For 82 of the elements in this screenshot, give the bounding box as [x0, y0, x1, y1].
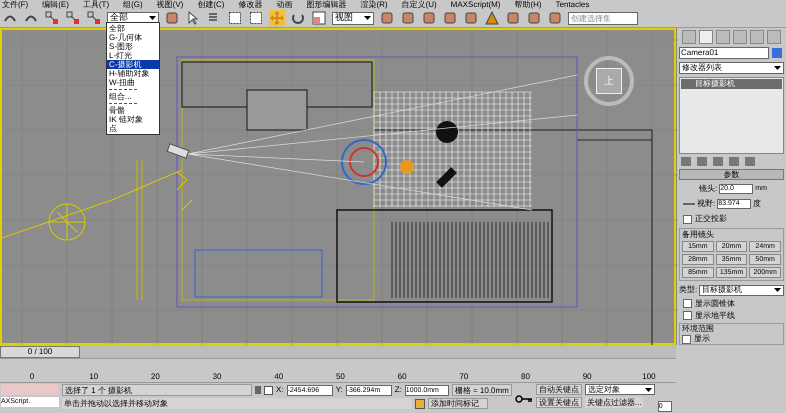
caret-icon [364, 16, 371, 20]
ruler-label: 70 [458, 372, 470, 382]
scale-icon[interactable] [311, 10, 327, 26]
stack-item[interactable]: 目标摄影机 [681, 79, 782, 89]
camera-type-dropdown[interactable]: 目标摄影机 [699, 284, 784, 296]
menu-item[interactable]: 帮助(H) [514, 0, 542, 9]
key-filters-button[interactable]: 关键点过滤器... [584, 397, 644, 408]
ruler-label: 50 [334, 372, 346, 382]
dropdown-option[interactable]: G-几何体 [107, 33, 159, 42]
menu-item[interactable]: 工具(T) [82, 0, 110, 9]
dropdown-option[interactable]: IK 链对象 [107, 115, 159, 124]
menu-item[interactable]: 渲染(R) [360, 0, 388, 9]
dropdown-option[interactable]: L-灯光 [107, 51, 159, 60]
dropdown-option[interactable]: W-扭曲 [107, 78, 159, 87]
key-set-dropdown[interactable]: 选定对象 [584, 384, 655, 395]
named-selection-field[interactable]: 创建选择集 [568, 12, 638, 24]
coord-label: X: [276, 384, 284, 396]
dropdown-option[interactable]: S-图形 [107, 42, 159, 51]
menu-item[interactable]: 动画 [276, 0, 292, 9]
grid-size-text: 栅格 = 10.0mm [452, 384, 512, 396]
dropdown-option[interactable]: H-辅助对象 [107, 69, 159, 78]
window-icon[interactable] [248, 10, 264, 26]
checkbox[interactable] [682, 334, 691, 344]
menu-item[interactable]: 创建(C) [197, 0, 224, 9]
field-label: 视野: [697, 198, 716, 210]
bind-icon[interactable] [86, 10, 102, 26]
key-icon[interactable] [514, 394, 533, 402]
status-text: 选择了 1 个 摄影机 [62, 384, 252, 396]
caret-icon [644, 388, 652, 392]
checkbox[interactable] [683, 311, 692, 320]
ruler-label: 60 [396, 372, 408, 382]
dropdown-option[interactable]: 组合... [107, 92, 159, 101]
checkbox-label: 显示 [694, 334, 710, 344]
unlink-icon[interactable] [65, 10, 81, 26]
ruler-label: 20 [150, 372, 161, 382]
unit-label: 度 [753, 198, 762, 210]
ruler-label: 90 [582, 372, 593, 382]
time-slider-thumb[interactable]: 0 / 100 [0, 346, 80, 358]
menu-item[interactable]: 视图(V) [156, 0, 184, 9]
link-icon[interactable] [44, 10, 60, 26]
auto-key-button[interactable]: 自动关键点 [536, 384, 582, 395]
checkbox-label: 显示圆锥体 [695, 299, 735, 308]
menu-item[interactable]: 修改器 [238, 0, 262, 9]
group-title: 备用镜头 [682, 229, 715, 241]
menu-item[interactable]: 图形编辑器 [306, 0, 346, 9]
prompt-text: 单击并拖动以选择并移动对象 [62, 398, 412, 409]
menu-item[interactable]: 组(G) [123, 0, 143, 9]
modifier-list-dropdown[interactable]: 修改器列表 [679, 62, 784, 74]
dropdown-option[interactable]: 骨骼 [107, 106, 159, 115]
field-label: 类型: [679, 284, 698, 296]
menu-item[interactable]: 自定义(U) [402, 0, 437, 9]
menu-item[interactable]: MAXScript(M) [450, 0, 500, 9]
object-name-field[interactable]: Camera01 [679, 47, 769, 59]
region-icon[interactable] [227, 10, 243, 26]
field-label: 镜头: [699, 183, 718, 195]
menu-item[interactable]: Tentacles [556, 0, 590, 9]
menu-item[interactable]: 编辑(E) [42, 0, 69, 9]
caret-icon [774, 66, 781, 70]
checkbox-label: 正交投影 [695, 213, 727, 225]
coord-label: Z: [394, 384, 402, 396]
dropdown-option[interactable]: C-摄影机 [107, 60, 159, 69]
reference-coordinate-dropdown[interactable]: 视图 [332, 12, 374, 24]
ruler-label: 80 [520, 372, 531, 382]
ruler-label: 30 [212, 372, 223, 382]
ruler-label: 0 [28, 372, 36, 382]
object-color-swatch[interactable] [772, 48, 782, 58]
checkbox-label: 显示地平线 [695, 311, 735, 320]
add-time-tag-button[interactable]: 添加时间标记 [428, 398, 488, 409]
coord-label: Y: [336, 384, 343, 396]
caret-icon [149, 16, 156, 20]
ruler-label: 40 [273, 372, 284, 382]
ruler-label: 100 [642, 372, 656, 382]
checkbox[interactable] [683, 299, 692, 308]
set-key-button[interactable]: 设置关键点 [536, 397, 582, 408]
dropdown-option[interactable]: 点 [107, 124, 159, 133]
checkbox[interactable] [683, 214, 692, 224]
caret-icon [774, 288, 781, 292]
group-title: 环境范围 [682, 324, 715, 334]
ruler-label: 10 [88, 372, 100, 382]
parameters-rollout-header[interactable]: 参数 [679, 169, 784, 180]
script-listener-field[interactable] [1, 384, 59, 395]
menu-item[interactable]: 文件(F) [2, 0, 28, 9]
